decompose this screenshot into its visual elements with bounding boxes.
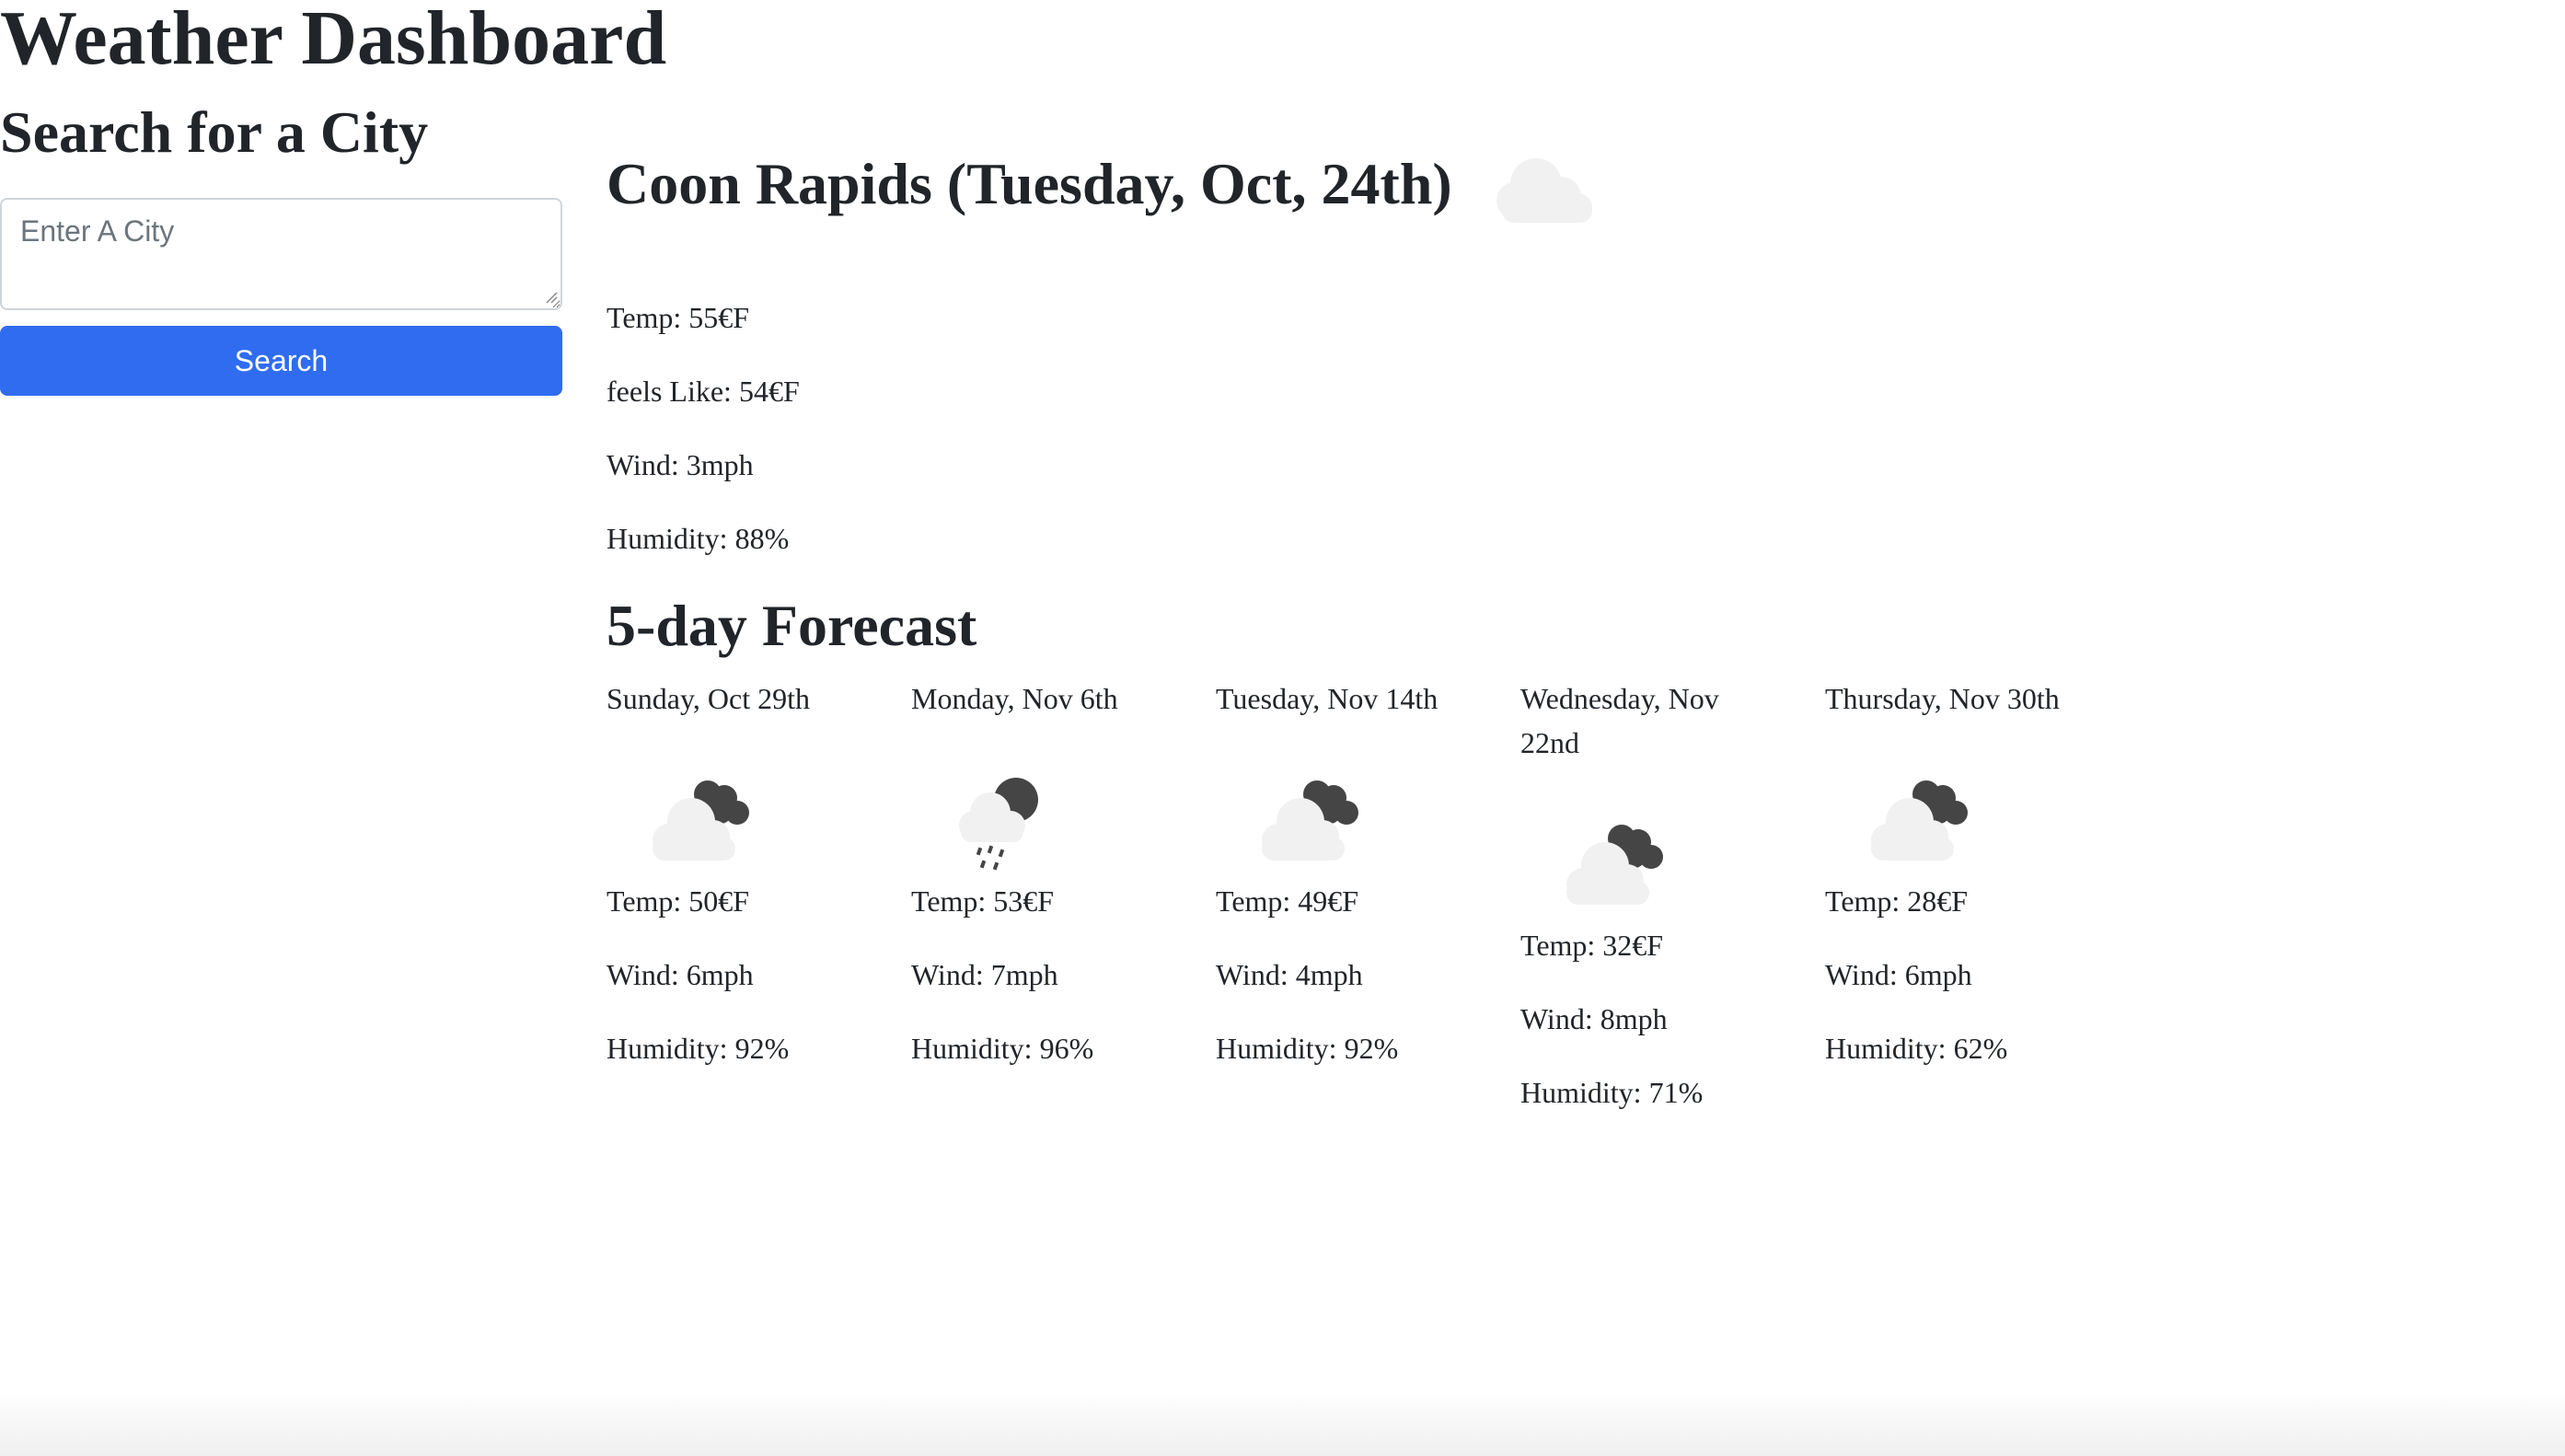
page-title: Weather Dashboard: [0, 0, 667, 81]
forecast-humidity: Humidity: 62%: [1825, 1032, 2008, 1065]
forecast-temp: Temp: 32€F: [1520, 929, 1664, 962]
forecast-humidity: Humidity: 92%: [1216, 1032, 1399, 1065]
current-city-title: Coon Rapids (Tuesday, Oct, 24th): [607, 151, 1452, 216]
forecast-date: Sunday, Oct 29th: [607, 682, 811, 715]
forecast-date: Wednesday, Nov 22nd: [1520, 682, 1719, 759]
forecast-humidity: Humidity: 96%: [911, 1032, 1094, 1065]
forecast-wind: Wind: 4mph: [1216, 958, 1363, 991]
forecast-humidity: Humidity: 92%: [607, 1032, 790, 1065]
forecast-temp: Temp: 50€F: [607, 884, 750, 918]
forecast-temp: Temp: 53€F: [911, 884, 1055, 918]
forecast-date: Tuesday, Nov 14th: [1216, 682, 1438, 715]
cloudy-night-icon: [1566, 825, 1663, 905]
forecast-heading: 5-day Forecast: [607, 593, 977, 658]
forecast-wind: Wind: 6mph: [607, 958, 754, 991]
current-feels-like: feels Like: 54€F: [607, 375, 800, 408]
cloudy-night-icon: [1262, 780, 1358, 861]
forecast-humidity: Humidity: 71%: [1520, 1076, 1704, 1109]
cloudy-night-icon: [653, 780, 749, 861]
forecast-date: Monday, Nov 6th: [911, 682, 1118, 715]
forecast-day-card: Thursday, Nov 30th Temp: 28€F Wind: 6mph…: [1825, 676, 2083, 1096]
current-humidity: Humidity: 88%: [607, 522, 790, 555]
forecast-date: Thursday, Nov 30th: [1825, 682, 2060, 715]
forecast-day-card: Sunday, Oct 29th Temp: 50€F Wind: 6mph H…: [607, 676, 864, 1096]
forecast-temp: Temp: 49€F: [1216, 884, 1359, 918]
forecast-day-card: Tuesday, Nov 14th Temp: 49€F Wind: 4mph …: [1216, 676, 1473, 1096]
current-wind: Wind: 3mph: [607, 448, 754, 481]
forecast-wind: Wind: 8mph: [1520, 1002, 1668, 1035]
rain-night-icon: [959, 778, 1038, 871]
city-search-input[interactable]: [0, 198, 562, 310]
bottom-fade: [0, 1392, 2565, 1456]
forecast-day-card: Wednesday, Nov 22nd Temp: 32€F Wind: 8mp…: [1520, 676, 1732, 1140]
search-heading: Search for a City: [0, 99, 429, 165]
current-temp: Temp: 55€F: [607, 301, 750, 334]
search-button[interactable]: Search: [0, 326, 562, 396]
forecast-day-card: Monday, Nov 6th Temp: 53€F Wind: 7mph Hu…: [911, 676, 1169, 1096]
cloudy-night-icon: [1871, 780, 1968, 861]
forecast-wind: Wind: 6mph: [1825, 958, 1972, 991]
resize-grip-icon[interactable]: [545, 291, 558, 304]
forecast-wind: Wind: 7mph: [911, 958, 1058, 991]
search-panel: Search for a City Search: [0, 96, 562, 396]
cloud-icon: [1496, 158, 1592, 223]
forecast-temp: Temp: 28€F: [1825, 884, 1969, 918]
